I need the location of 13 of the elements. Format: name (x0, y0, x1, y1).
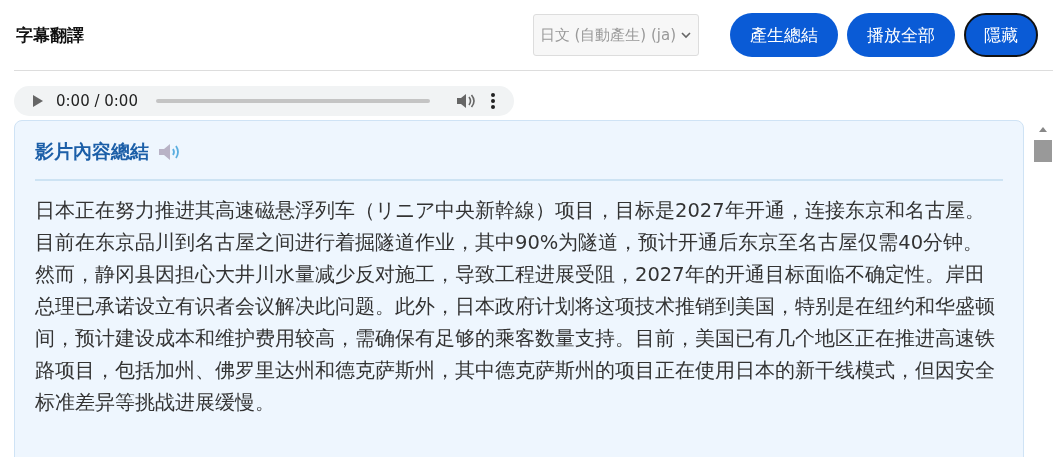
page-title: 字幕翻譯 (16, 23, 85, 47)
action-button[interactable]: 隱藏 (964, 13, 1038, 57)
action-button[interactable]: 播放全部 (847, 13, 955, 57)
action-button[interactable]: 產生總結 (730, 13, 838, 57)
summary-text: 日本正在努力推进其高速磁悬浮列车（リニア中央新幹線）项目，目标是2027年开通，连接东京和名古屋。目前在东京品川到名古屋之间进行着掘隧道作业，其中90%为隧道，预计开通后东京至名古屋仅需40分钟。然而，静冈县因担心大井川水量减少反对施工，导致工程进展受阻，2027年的开通目标面临不确定性。岸田总理已承诺设立有识者会议解决此问题。此外，日本政府计划将这项技术推销到美国，特别是在纽约和华盛顿间，预计建设成本和维护费用较高，需确保有足够的乘客数量支持。目前，美国已有几个地区正在推进高速铁路项目，包括加州、佛罗里达州和德克萨斯州，其中德克萨斯州的项目正在使用日本的新干线模式，但因安全标准差异等挑战进展缓慢。 (35, 198, 996, 416)
audio-player[interactable]: 0:00 / 0:00 (14, 86, 514, 116)
summary-title: 影片內容總結 (35, 139, 149, 164)
volume-icon[interactable] (456, 92, 478, 110)
time-display: 0:00 / 0:00 (56, 92, 138, 110)
more-icon[interactable] (490, 92, 496, 110)
play-icon[interactable] (32, 94, 44, 108)
chevron-icon (680, 29, 692, 41)
progress-track[interactable] (155, 99, 430, 103)
